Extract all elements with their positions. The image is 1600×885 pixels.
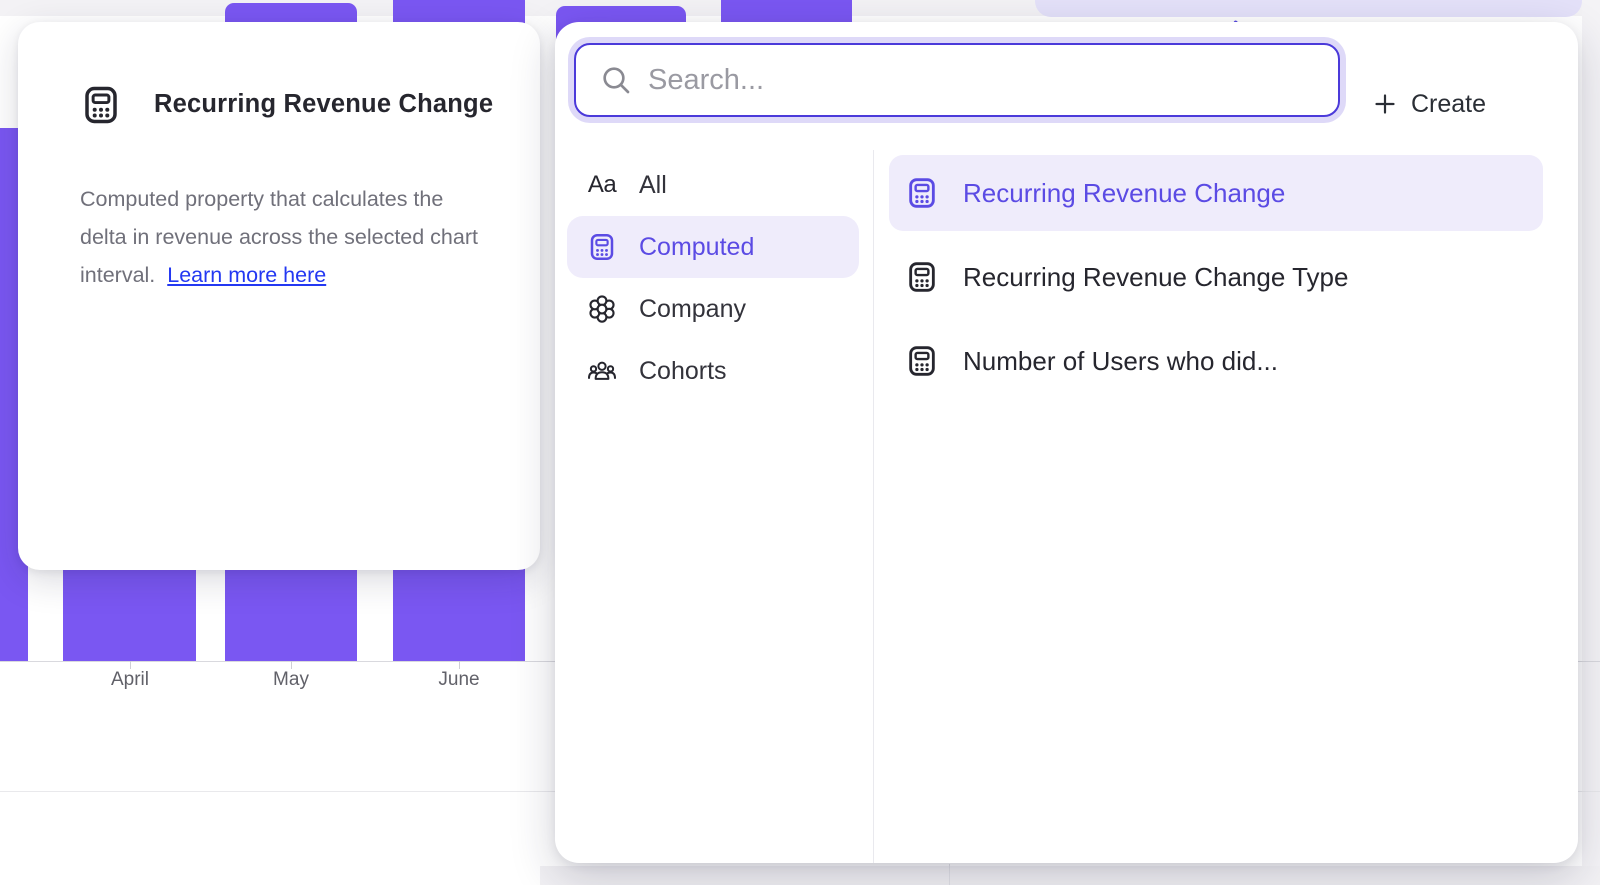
page-right-strip [1582,0,1600,885]
sidebar-item-cohorts[interactable]: Cohorts [567,340,859,402]
search-input[interactable] [648,64,1338,97]
tooltip-description: Computed property that calculates thedel… [80,180,530,294]
result-label: Recurring Revenue Change [963,178,1285,209]
search-box[interactable] [574,43,1340,117]
sidebar-item-all[interactable]: Aa All [567,154,859,216]
page-background: April May June Recurring Revenue Change Co… [0,0,1600,885]
result-row[interactable]: Number of Users who did... [889,323,1543,399]
create-button[interactable]: Create [1373,82,1486,126]
create-button-label: Create [1411,90,1486,119]
x-axis-tick [291,661,292,669]
calculator-icon [905,176,939,210]
tooltip-description-line: Computed property that calculates the [80,180,530,218]
cohorts-icon [587,356,617,386]
result-label: Recurring Revenue Change Type [963,262,1348,293]
filter-list: Aa All Computed Company Cohorts [567,154,859,402]
result-label: Number of Users who did... [963,346,1278,377]
tooltip-description-line: interval. Learn more here [80,256,530,294]
filter-label: Cohorts [639,357,727,386]
results-list: Recurring Revenue Change Recurring Revenu… [889,155,1543,407]
filter-label: Computed [639,233,754,262]
result-row[interactable]: Recurring Revenue Change [889,155,1543,231]
clipped-background-pill [1035,0,1582,17]
tooltip-description-line: delta in revenue across the selected cha… [80,218,530,256]
text-type-icon: Aa [587,170,617,200]
calculator-icon [905,344,939,378]
x-axis-tick [130,661,131,669]
axis-label: June [399,669,519,691]
sidebar-item-computed[interactable]: Computed [567,216,859,278]
filter-label: All [639,171,667,200]
calculator-icon [80,84,122,126]
calculator-icon [905,260,939,294]
panel-divider [873,150,874,863]
x-axis-tick [459,661,460,669]
tooltip-title: Recurring Revenue Change [154,90,493,119]
axis-label: April [70,669,190,691]
company-icon [587,294,617,324]
axis-label: May [231,669,351,691]
background-card-edge [949,864,950,885]
property-picker-panel: Create Aa All Computed Company Cohorts Recur… [555,22,1578,863]
calculator-icon [587,232,617,262]
page-bottom-strip [540,866,1600,885]
result-row[interactable]: Recurring Revenue Change Type [889,239,1543,315]
filter-label: Company [639,295,746,324]
search-icon [600,64,632,96]
property-tooltip-card: Recurring Revenue Change Computed proper… [18,22,540,570]
sidebar-item-company[interactable]: Company [567,278,859,340]
plus-icon [1373,92,1397,116]
learn-more-link[interactable]: Learn more here [167,263,326,287]
